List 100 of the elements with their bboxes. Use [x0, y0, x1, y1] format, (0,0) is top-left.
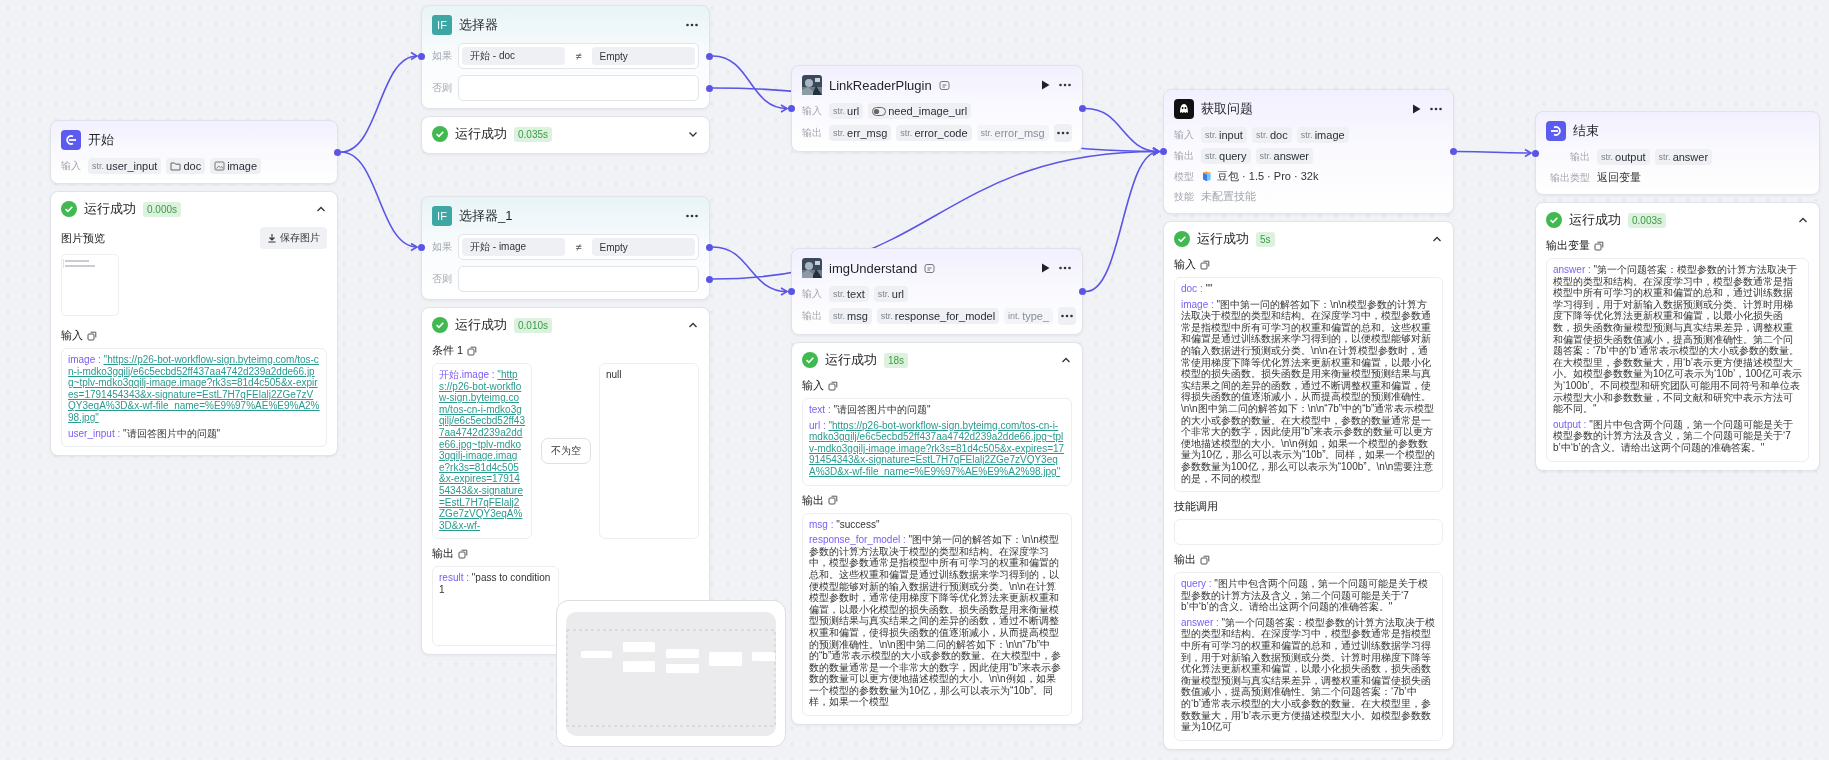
variable-name: doc — [1269, 129, 1288, 141]
port-dot — [1079, 105, 1086, 112]
variable-name: need_image_url — [888, 105, 968, 117]
node-title: 获取问题 — [1201, 100, 1253, 118]
variable-name: image — [1314, 129, 1345, 141]
download-icon — [267, 233, 277, 243]
section-title: 输出变量 — [1546, 238, 1590, 253]
node-title: 选择器_1 — [459, 207, 513, 225]
status-text: 运行成功 — [455, 125, 507, 143]
variable-name: input — [1219, 129, 1243, 141]
type-label: str. — [877, 289, 890, 299]
minimap-drawing[interactable] — [556, 600, 786, 747]
section-title: 技能调用 — [1174, 499, 1218, 515]
duration-badge: 18s — [884, 352, 909, 368]
copy-icon — [467, 345, 478, 356]
row-label: 输出类型 — [1550, 170, 1590, 185]
row-label: 输入 — [1174, 128, 1194, 142]
row-label: 模型 — [1174, 169, 1194, 184]
copy-icon — [458, 548, 468, 559]
condition-operand: Empty — [591, 47, 695, 65]
variable-name: query — [1219, 150, 1247, 162]
success-icon — [1174, 231, 1190, 247]
type-label: str. — [1205, 130, 1217, 140]
variable-value-text: null — [606, 369, 623, 381]
row-label: 否则 — [432, 272, 452, 286]
node-title: 结束 — [1573, 122, 1599, 140]
row-value: 返回变量 — [1597, 170, 1641, 185]
url-value-text: 开始.image : "https://p26-bot-workflow-sign.byteimg.com/tos-cn-i-mdko3gqilj/e6c5ecbd52ff437aa4742d239a2dde66.jpg~tplv-mdko3gqilj-image.image?rk3s=81d4c505&x-expires=1791454343&x-signature=EstL7H7qFElalj2ZGe7zVQY3eqA%3D&x-wf- — [439, 369, 525, 532]
variable-name: err_msg — [847, 127, 888, 139]
play-icon — [1410, 103, 1422, 115]
row-label: 技能 — [1174, 189, 1194, 204]
play-icon — [1039, 262, 1051, 274]
type-label: str. — [980, 128, 993, 138]
operator-tag: 不为空 — [540, 438, 591, 465]
port-dot — [788, 288, 795, 295]
section-title: 输出 — [1174, 552, 1196, 568]
variable-name: image — [227, 160, 258, 172]
port-dot — [334, 148, 341, 156]
row-label: 输入 — [802, 104, 822, 118]
row-label: 如果 — [432, 240, 452, 254]
success-icon — [432, 317, 448, 333]
variable-value-text: user_input : "请回答图片中的问题" — [68, 427, 222, 440]
variable-name: answer — [1273, 150, 1310, 162]
success-icon — [432, 126, 448, 142]
row-label: 输入 — [802, 287, 822, 301]
condition-operand: Empty — [591, 238, 695, 256]
variable-value-text: answer : "第一个问题答案：模型参数的计算方法取决于模型的类型和结构。在深度学习中，模型参数通常是指模型中所有可学习的权重和偏置的总和，通过训练数据学习得到，用于对新输入数据预测或分类。计算时用梯度下降等优化算法更新权重和偏置，以最小化损失函数，损失函数衡量模型预测与真实结果差异，调整权重和偏置使损失函数值减小，提高预测准确性。第二个问题答案：‘7b’中的‘b’通常表示模型的大小或参数的数量。在大模型里，参数数量大，用‘b’表示更方便描述模型大小。如模型参数数量为10亿可 — [1181, 616, 1436, 733]
port-dot — [1079, 288, 1086, 295]
section-title: 输出 — [432, 546, 454, 562]
variable-value-text: output : "图片中包含两个问题，第一个问题可能是关于模型参数的计算方法及含义，第二个问题可能是关于‘7b’中‘b’的含义。请给出这两个问题的准确答案。" — [1553, 418, 1794, 454]
variable-name: doc — [183, 160, 202, 172]
url-value-text: url : "https://p26-bot-workflow-sign.byteimg.com/tos-cn-i-mdko3gqilj/e6c5ecbd52ff437aa4742d239a2dde66.jpg~tplv-mdko3gqilj-image.image?rk3s=81d4c505&x-expires=1791454343&x-signature=EstL7H7qFElalj2ZGe7zVQY3eqA%3D&x-wf-file_name=%E9%97%AE%E9%A2%98.jpg" — [809, 419, 1065, 478]
variable-value-text: query : "图片中包含两个问题，第一个问题可能是关于模型参数的计算方法及含义，第二个问题可能是关于‘7b’中‘b’的含义。请给出这两个问题的准确答案。" — [1181, 578, 1429, 613]
success-icon — [1546, 212, 1562, 228]
node-title: imgUnderstand — [829, 260, 918, 276]
port-dot — [706, 243, 713, 251]
variable-value-text: answer : "第一个问题答案：模型参数的计算方法取决于模型的类型和结构。在深度学习中，模型参数通常是指模型中所有可学习的权重和偏置的总和，通过训练数据学习得到，用于对新输入数据预测或分类。计算时用梯度下降等优化算法更新权重和偏置，以最小化损失函数，损失函数衡量模型预测与真实结果差异，调整权重和偏置使损失函数值减小，提高预测准确性。第二个问题答案：‘7b’中的‘b’通常表示模型的大小或参数的数量。在大模型里，参数数量大，用‘b’表示更方便描述模型大小。如模型参数数量为10亿可表示为‘10b’，100亿可表示为‘100b’。不同模型和研究团队可能用不同符号和单位表示模型大小和参数数量，不同文献和研究中表示方法可能不同。" — [1553, 264, 1802, 415]
variable-name: user_input — [106, 160, 158, 172]
exit-icon — [1546, 121, 1566, 141]
port-dot — [788, 105, 795, 112]
play-icon — [1039, 79, 1051, 91]
row-value: 未配置技能 — [1201, 189, 1256, 204]
status-text: 运行成功 — [1197, 230, 1249, 248]
row-label: 否则 — [432, 81, 452, 95]
port-dot — [1532, 149, 1539, 157]
section-title: 输入 — [1174, 257, 1196, 272]
duration-badge: 0.003s — [1628, 212, 1667, 228]
folder-icon — [170, 161, 182, 171]
type-label: str. — [1259, 151, 1272, 161]
bot-icon — [1174, 99, 1194, 119]
copy-icon — [1594, 240, 1604, 251]
section-title: 输出 — [802, 492, 824, 508]
type-label: str. — [1205, 151, 1217, 161]
variable-name: url — [891, 288, 904, 300]
duration-badge: 5s — [1256, 231, 1275, 247]
port-dot — [418, 52, 425, 60]
if-badge: IF — [432, 206, 452, 226]
type-label: str. — [1658, 152, 1671, 162]
section-title: 图片预览 — [61, 230, 105, 246]
save-image-button[interactable]: 保存图片 — [260, 227, 327, 249]
variable-value-text: response_for_model : "图中第一问的解答如下：\n\n模型参数的计算方法取决于模型的类型和结构。在深度学习中，模型参数通常是指模型中所有可学习的权重和偏置的总和。这些权重和偏置是通过训练数据来学习得到的，以便模型能够对新的输入数据进行预测或分类。\n\n在计算模型参数时，通常使用梯度下降等优化算法来更新权重和偏置，以最小化模型的损失函数。损失函数是用来衡量模型预测结果与真实结果之间的差异的函数，通过不断调整权重和偏置，使得损失函数的值逐渐减小，从而提高模型的预测准确性。\n\n图中第二问的解答如下：\n\n“7b”中的“b”通常表示模型的大小或参数的数量。在大模型中，参数的数量通常是一个非常大的数字，因此使用“b”来表示参数的数量可以更方便地描述模型的大小。\n\n例如，如果一个模型的参数数量为10亿，那么可以表示为“10b”。同样，如果一个模型 — [809, 534, 1063, 709]
type-label: str. — [1300, 130, 1313, 140]
row-label: 输出 — [1174, 149, 1194, 163]
variable-name: answer — [1672, 151, 1709, 163]
port-dot — [706, 52, 713, 60]
node-title: LinkReaderPlugin — [829, 77, 932, 93]
operator-symbol: ≠ — [574, 50, 583, 62]
row-label: 输出 — [802, 126, 822, 140]
variable-name: output — [1615, 151, 1646, 163]
plugin-icon — [924, 262, 936, 274]
toggle-icon — [872, 106, 887, 116]
section-title: 输入 — [61, 328, 83, 343]
copy-icon — [1200, 554, 1210, 565]
type-label: str. — [92, 161, 104, 171]
duration-badge: 0.010s — [514, 317, 553, 333]
port-dot — [1450, 148, 1457, 155]
status-text: 运行成功 — [455, 316, 507, 334]
copy-icon — [87, 330, 97, 341]
section-title: 条件 1 — [432, 343, 464, 358]
duration-badge: 0.035s — [514, 126, 553, 142]
